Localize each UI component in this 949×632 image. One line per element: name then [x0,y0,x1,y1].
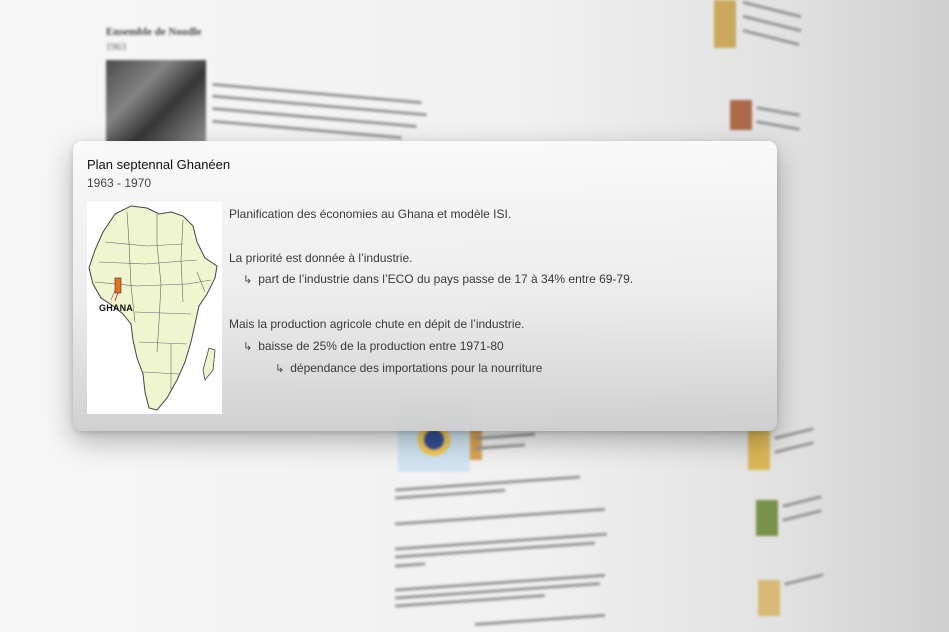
note-card[interactable]: Plan septennal Ghanéen 1963 - 1970 GHANA… [73,141,777,431]
note-line-indented-2: ↳ dépendance des importations pour la nou… [275,359,542,378]
background-photo [106,60,206,144]
arrow-return-icon: ↳ [275,362,285,375]
ghana-highlight [114,277,122,294]
note-line: La priorité est donnée à l’industrie. [229,251,413,265]
arrow-return-icon: ↳ [243,340,253,353]
background-doc-subtitle: 1963 [106,42,126,53]
card-date-range: 1963 - 1970 [87,176,152,190]
card-title: Plan septennal Ghanéen [87,157,231,172]
background-text-line [212,82,422,105]
note-line-indented: ↳ baisse de 25% de la production entre 19… [243,337,504,356]
africa-map-image: GHANA [87,202,222,414]
note-line-indented: ↳ part de l’industrie dans l’ECO du pays … [243,270,633,289]
arrow-return-icon: ↳ [243,273,253,286]
map-label-ghana: GHANA [99,303,133,313]
background-doc-title: Ensemble de Noodle [106,26,202,38]
note-line: Planification des économies au Ghana et … [229,207,512,221]
madagascar-shape [202,347,216,381]
note-line: Mais la production agricole chute en dép… [229,317,525,331]
